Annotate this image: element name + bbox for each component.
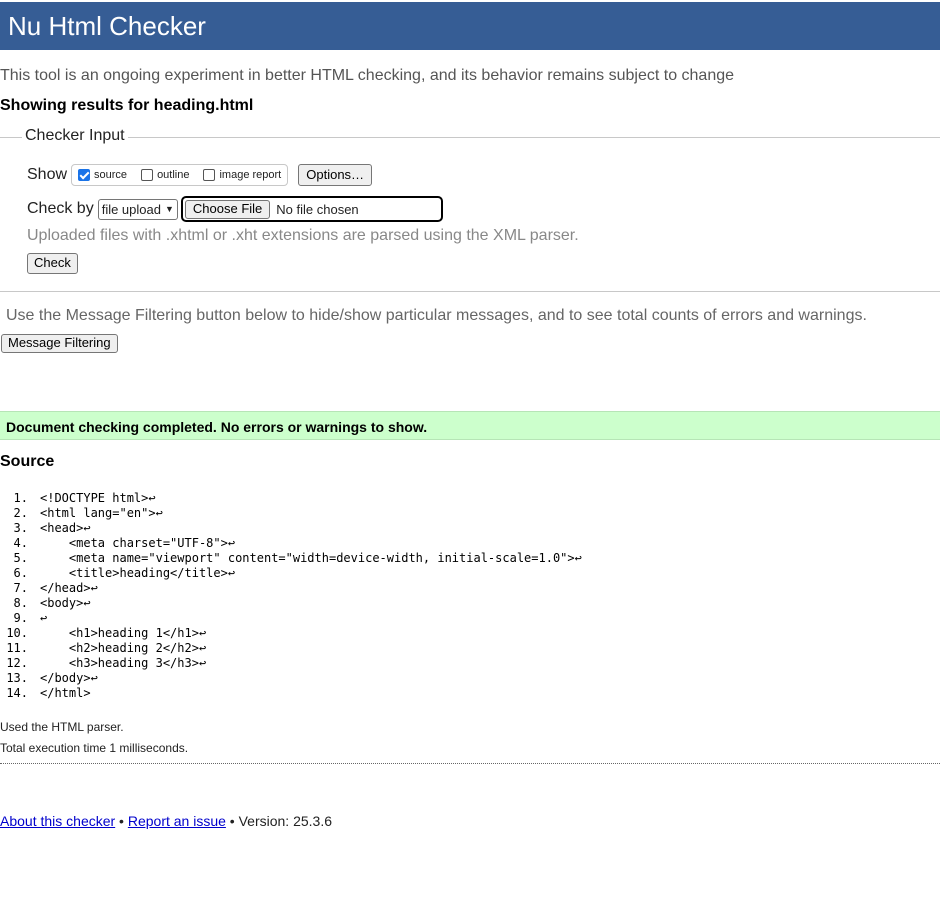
outline-checkbox-label[interactable]: outline bbox=[157, 169, 189, 181]
source-checkbox[interactable] bbox=[78, 169, 91, 181]
file-status-text: No file chosen bbox=[276, 201, 359, 217]
line-number: 5. bbox=[13, 551, 28, 565]
line-number: 3. bbox=[13, 521, 28, 535]
check-by-select[interactable]: file upload ▼ bbox=[97, 198, 178, 220]
line-number: 8. bbox=[13, 596, 28, 610]
footer-separator: • bbox=[115, 813, 128, 829]
line-text: <h1>heading 1</h1>↩ bbox=[40, 626, 207, 640]
footer-links: About this checker • Report an issue • V… bbox=[0, 813, 332, 829]
show-label: Show bbox=[27, 166, 68, 183]
line-text: ↩ bbox=[40, 611, 48, 625]
line-number: 13. bbox=[6, 671, 28, 685]
image-report-checkbox-label[interactable]: image report bbox=[219, 169, 281, 181]
line-text: <h2>heading 2</h2>↩ bbox=[40, 641, 207, 655]
line-text: <h3>heading 3</h3>↩ bbox=[40, 656, 207, 670]
line-number: 14. bbox=[6, 686, 28, 700]
success-banner: Document checking completed. No errors o… bbox=[0, 411, 940, 440]
message-filtering-button[interactable]: Message Filtering bbox=[1, 334, 118, 353]
line-text: </html> bbox=[40, 686, 91, 700]
version-text: • Version: 25.3.6 bbox=[225, 813, 333, 829]
page-title: Nu Html Checker bbox=[8, 11, 206, 41]
show-options-group: source outline image report bbox=[71, 164, 289, 186]
line-number: 12. bbox=[6, 656, 28, 670]
line-number: 11. bbox=[6, 641, 28, 655]
check-by-select-value: file upload bbox=[101, 201, 161, 217]
line-number: 9. bbox=[13, 611, 28, 625]
message-filtering-note: Use the Message Filtering button below t… bbox=[6, 307, 867, 324]
line-text: <!DOCTYPE html>↩ bbox=[40, 491, 156, 505]
line-text: <meta name="viewport" content="width=dev… bbox=[40, 551, 582, 565]
choose-file-button[interactable]: Choose File bbox=[184, 199, 271, 219]
line-number: 1. bbox=[13, 491, 28, 505]
section-divider bbox=[0, 291, 940, 292]
line-number: 2. bbox=[13, 506, 28, 520]
page-header: Nu Html Checker bbox=[0, 2, 940, 50]
file-upload-input[interactable]: Choose File No file chosen bbox=[180, 196, 443, 222]
report-issue-link[interactable]: Report an issue bbox=[128, 813, 226, 829]
line-text: <head>↩ bbox=[40, 521, 91, 535]
line-number: 4. bbox=[13, 536, 28, 550]
line-text: </head>↩ bbox=[40, 581, 98, 595]
line-text: <title>heading</title>↩ bbox=[40, 566, 236, 580]
image-report-checkbox[interactable] bbox=[203, 169, 216, 181]
line-number: 7. bbox=[13, 581, 28, 595]
check-by-label: Check by bbox=[27, 200, 94, 217]
line-text: </body>↩ bbox=[40, 671, 98, 685]
check-button-row: Check bbox=[27, 253, 78, 274]
source-heading: Source bbox=[0, 453, 55, 470]
source-checkbox-label[interactable]: source bbox=[94, 169, 127, 181]
show-options-row: Show source outline image report Options… bbox=[27, 164, 373, 186]
chevron-down-icon: ▼ bbox=[164, 204, 174, 214]
intro-text: This tool is an ongoing experiment in be… bbox=[0, 67, 735, 84]
xml-parser-note: Uploaded files with .xhtml or .xht exten… bbox=[27, 227, 579, 244]
checker-input-fieldset-border bbox=[0, 137, 940, 138]
line-text: <html lang="en">↩ bbox=[40, 506, 163, 520]
footer-divider bbox=[0, 763, 940, 764]
options-button[interactable]: Options… bbox=[298, 164, 373, 186]
line-number: 10. bbox=[6, 626, 28, 640]
about-checker-link[interactable]: About this checker bbox=[0, 813, 115, 829]
success-message: Document checking completed. No errors o… bbox=[6, 419, 428, 435]
line-number: 6. bbox=[13, 566, 28, 580]
check-button[interactable]: Check bbox=[27, 253, 78, 274]
showing-results-heading: Showing results for heading.html bbox=[0, 97, 254, 114]
parser-note: Used the HTML parser. bbox=[0, 720, 124, 734]
execution-time-note: Total execution time 1 milliseconds. bbox=[0, 741, 189, 755]
outline-checkbox[interactable] bbox=[141, 169, 154, 181]
line-text: <body>↩ bbox=[40, 596, 91, 610]
check-by-row: Check by file upload ▼ Choose File No fi… bbox=[27, 196, 443, 222]
checker-input-legend: Checker Input bbox=[22, 127, 128, 145]
line-text: <meta charset="UTF-8">↩ bbox=[40, 536, 236, 550]
